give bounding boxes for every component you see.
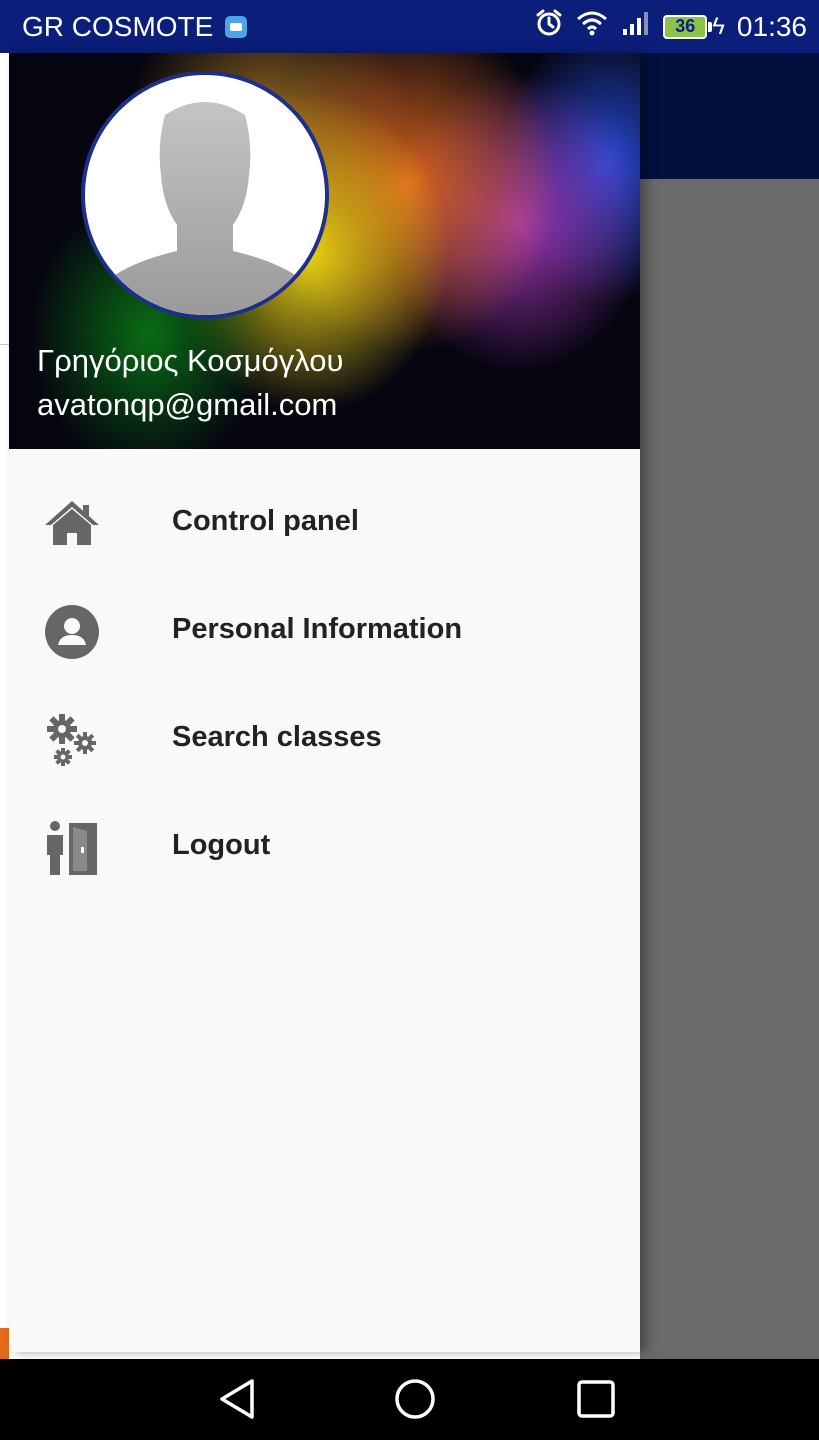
menu-label-search-classes: Search classes bbox=[172, 720, 382, 753]
drawer-menu: Control panel Personal Information Searc… bbox=[9, 467, 640, 899]
recents-icon[interactable] bbox=[574, 1377, 618, 1421]
menu-label-personal-information: Personal Information bbox=[172, 612, 463, 645]
user-circle-icon bbox=[43, 603, 101, 661]
app-toolbar bbox=[640, 53, 819, 179]
menu-label-logout: Logout bbox=[172, 828, 271, 861]
home-icon bbox=[43, 495, 101, 553]
exit-door-icon bbox=[43, 819, 101, 877]
menu-item-logout[interactable]: Logout bbox=[9, 791, 640, 899]
drawer-scrim[interactable] bbox=[640, 179, 819, 1359]
signal-icon bbox=[621, 9, 651, 44]
charging-icon: ϟ bbox=[712, 12, 725, 40]
battery-level: 36 bbox=[663, 14, 708, 39]
screen: GR COSMOTE 36 ϟ 01:36 Γρηγόριος Κοσμόγλο… bbox=[0, 0, 819, 1440]
left-edge-line bbox=[0, 344, 9, 345]
gears-icon bbox=[43, 711, 101, 769]
home-circle-icon[interactable] bbox=[393, 1377, 437, 1421]
user-email: avatonqp@gmail.com bbox=[37, 387, 338, 422]
alarm-icon bbox=[535, 9, 563, 44]
menu-item-personal-information[interactable]: Personal Information bbox=[9, 575, 640, 683]
menu-label-control-panel: Control panel bbox=[172, 504, 359, 537]
left-edge bbox=[0, 53, 9, 1359]
carrier-name: GR COSMOTE bbox=[22, 10, 214, 42]
user-name: Γρηγόριος Κοσμόγλου bbox=[37, 343, 344, 378]
drawer-header: Γρηγόριος Κοσμόγλου avatonqp@gmail.com bbox=[9, 53, 640, 449]
clock: 01:36 bbox=[736, 10, 807, 42]
status-right: 36 ϟ 01:36 bbox=[535, 9, 807, 44]
avatar[interactable] bbox=[81, 71, 329, 319]
status-bar: GR COSMOTE 36 ϟ 01:36 bbox=[0, 0, 819, 53]
android-notification-icon bbox=[225, 15, 248, 38]
menu-item-search-classes[interactable]: Search classes bbox=[9, 683, 640, 791]
navigation-drawer: Γρηγόριος Κοσμόγλου avatonqp@gmail.com C… bbox=[9, 53, 640, 1352]
system-nav-bar bbox=[0, 1359, 819, 1440]
left-edge-accent bbox=[0, 1328, 9, 1360]
back-icon[interactable] bbox=[216, 1377, 260, 1421]
menu-item-control-panel[interactable]: Control panel bbox=[9, 467, 640, 575]
battery-icon: 36 ϟ bbox=[663, 13, 725, 41]
status-left: GR COSMOTE bbox=[22, 10, 248, 43]
person-placeholder-icon bbox=[99, 102, 311, 315]
wifi-icon bbox=[575, 9, 609, 44]
